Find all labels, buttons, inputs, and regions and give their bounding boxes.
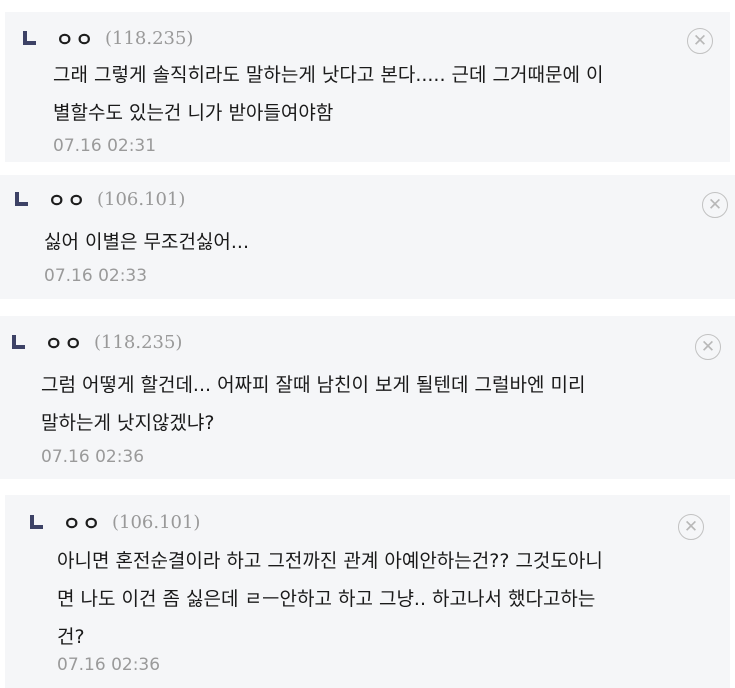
comment-text-line: 면 나도 이건 좀 싫은데 ㄹㅡ안하고 하고 그냥.. 하고나서 했다고하는 bbox=[57, 588, 596, 610]
comment-text-line: 별할수도 있는건 니가 받아들여야함 bbox=[53, 102, 334, 124]
comment-text-line: 싫어 이별은 무조건싫어... bbox=[44, 231, 249, 253]
comment-item: ㅇㅇ (118.235) ✕ 그래 그렇게 솔직히라도 말하는게 낫다고 본다.… bbox=[5, 12, 730, 162]
close-circle-icon: ✕ bbox=[707, 194, 723, 215]
comment-nickname[interactable]: ㅇㅇ bbox=[56, 25, 95, 52]
comment-nickname[interactable]: ㅇㅇ bbox=[45, 329, 84, 356]
comment-nickname[interactable]: ㅇㅇ bbox=[63, 509, 102, 536]
reply-arrow-icon bbox=[12, 335, 25, 349]
comment-text-line: 그래 그렇게 솔직히라도 말하는게 낫다고 본다..... 근데 그거때문에 이 bbox=[53, 64, 604, 86]
comment-text-line: 아니면 혼전순결이라 하고 그전까진 관계 아예안하는건?? 그것도아니 bbox=[57, 550, 603, 572]
comment-date: 07.16 02:36 bbox=[57, 655, 161, 675]
comment-ip: (106.101) bbox=[96, 188, 186, 210]
comment-text: 아니면 혼전순결이라 하고 그전까진 관계 아예안하는건?? 그것도아니 면 나… bbox=[57, 542, 603, 656]
comment-text-line: 그럼 어떻게 할건데... 어짜피 잘때 남친이 보게 될텐데 그럴바엔 미리 bbox=[41, 374, 586, 396]
reply-arrow-icon bbox=[15, 192, 28, 206]
comment-header: ㅇㅇ (118.235) bbox=[23, 24, 193, 52]
comment-date: 07.16 02:31 bbox=[53, 136, 157, 156]
comment-text: 싫어 이별은 무조건싫어... bbox=[44, 223, 249, 261]
reply-arrow-icon bbox=[30, 515, 43, 529]
comment-text-line: 건? bbox=[57, 626, 85, 648]
comment-ip: (106.101) bbox=[111, 511, 201, 533]
comment-nickname[interactable]: ㅇㅇ bbox=[48, 186, 87, 213]
comment-ip: (118.235) bbox=[104, 27, 194, 49]
comment-date: 07.16 02:33 bbox=[44, 266, 148, 286]
delete-comment-button[interactable]: ✕ bbox=[678, 514, 704, 540]
comment-header: ㅇㅇ (106.101) bbox=[15, 185, 185, 213]
close-circle-icon: ✕ bbox=[692, 30, 708, 51]
comment-ip: (118.235) bbox=[93, 331, 183, 353]
close-circle-icon: ✕ bbox=[700, 336, 716, 357]
comment-item: ㅇㅇ (106.101) ✕ 아니면 혼전순결이라 하고 그전까진 관계 아예안… bbox=[5, 495, 730, 688]
comment-header: ㅇㅇ (118.235) bbox=[12, 328, 182, 356]
close-circle-icon: ✕ bbox=[683, 516, 699, 537]
comment-item: ㅇㅇ (106.101) ✕ 싫어 이별은 무조건싫어... 07.16 02:… bbox=[0, 175, 735, 299]
delete-comment-button[interactable]: ✕ bbox=[687, 28, 713, 54]
delete-comment-button[interactable]: ✕ bbox=[702, 192, 728, 218]
reply-arrow-icon bbox=[23, 31, 36, 45]
comment-item: ㅇㅇ (118.235) ✕ 그럼 어떻게 할건데... 어짜피 잘때 남친이 … bbox=[0, 316, 735, 479]
comment-header: ㅇㅇ (106.101) bbox=[30, 508, 200, 536]
comment-text: 그래 그렇게 솔직히라도 말하는게 낫다고 본다..... 근데 그거때문에 이… bbox=[53, 56, 603, 132]
comment-text: 그럼 어떻게 할건데... 어짜피 잘때 남친이 보게 될텐데 그럴바엔 미리 … bbox=[41, 366, 585, 442]
comment-text-line: 말하는게 낫지않겠냐? bbox=[41, 412, 215, 434]
delete-comment-button[interactable]: ✕ bbox=[695, 334, 721, 360]
comment-date: 07.16 02:36 bbox=[41, 447, 145, 467]
